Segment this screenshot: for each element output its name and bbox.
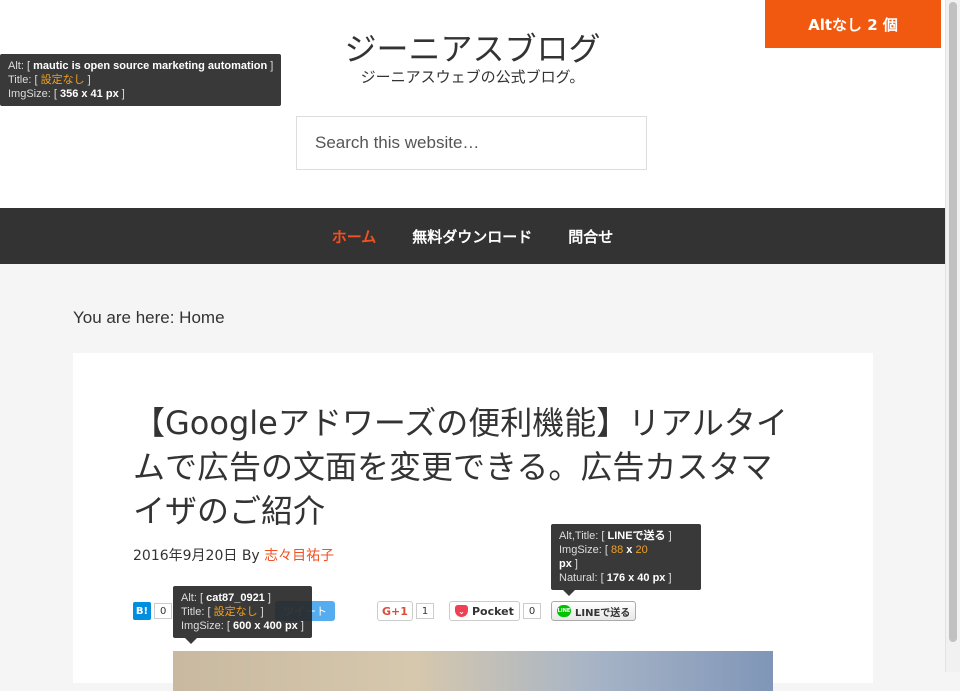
alt-missing-badge[interactable]: Altなし 2 個 xyxy=(765,0,941,48)
entry-meta: 2016年9月20日 By 志々目祐子 xyxy=(133,545,334,565)
article-title[interactable]: 【Googleアドワーズの便利機能】リアルタイムで広告の文面を変更できる。広告カ… xyxy=(133,401,803,533)
tooltip-arrow xyxy=(185,638,197,644)
by-label: By xyxy=(241,548,260,564)
cat-image-tooltip: Alt: [ cat87_0921 ] Title: [ 設定なし ] ImgS… xyxy=(173,586,312,644)
tooltip-size-value: 600 x 400 px xyxy=(232,620,298,632)
hatena-count: 0 xyxy=(154,603,173,619)
tooltip-alt-title-value: LINEで送る xyxy=(607,530,666,542)
tooltip-alt-value: cat87_0921 xyxy=(206,592,265,604)
post-date: 2016年9月20日 xyxy=(133,548,238,564)
gplus-count: 1 xyxy=(415,603,435,619)
pocket-count: 0 xyxy=(522,603,542,619)
tooltip-natural-value: 176 x 40 px xyxy=(606,572,666,584)
main-nav: ホーム 無料ダウンロード 問合せ xyxy=(0,208,945,264)
tooltip-size-width: 88 xyxy=(610,544,624,556)
tooltip-title-value: 設定なし xyxy=(213,606,258,618)
post-featured-image[interactable] xyxy=(173,651,773,691)
pocket-label: Pocket xyxy=(472,604,514,618)
line-image-tooltip: Alt,Title: [ LINEで送る ] ImgSize: [ 88 x 2… xyxy=(551,524,701,596)
gplus-label: G+1 xyxy=(377,601,413,621)
nav-item-contact[interactable]: 問合せ xyxy=(550,226,631,247)
tooltip-arrow xyxy=(563,590,575,596)
pocket-icon: ⌄ xyxy=(455,605,468,617)
search-input[interactable] xyxy=(313,132,630,154)
line-icon: LINE xyxy=(557,605,571,617)
pocket-button[interactable]: ⌄ Pocket 0 xyxy=(449,601,542,621)
nav-item-home[interactable]: ホーム xyxy=(314,226,395,247)
nav-item-free-download[interactable]: 無料ダウンロード xyxy=(394,226,550,247)
google-plus-button[interactable]: G+1 1 xyxy=(377,601,435,621)
logo-image-tooltip: Alt: [ mautic is open source marketing a… xyxy=(0,54,282,106)
breadcrumb: You are here: Home xyxy=(73,308,225,327)
hatena-bookmark-button[interactable]: B! 0 xyxy=(133,601,173,621)
tooltip-title-value: 設定なし xyxy=(40,74,85,86)
vertical-scrollbar[interactable] xyxy=(945,0,960,672)
tooltip-size-height: 20 xyxy=(635,544,648,556)
search-box xyxy=(296,116,647,170)
line-label: LINEで送る xyxy=(575,607,631,619)
scrollbar-thumb[interactable] xyxy=(949,2,957,642)
tooltip-alt-value: mautic is open source marketing automati… xyxy=(33,60,268,72)
hatena-icon: B! xyxy=(133,602,151,620)
author-link[interactable]: 志々目祐子 xyxy=(264,548,334,564)
tooltip-size-value: 356 x 41 px xyxy=(59,88,119,100)
line-send-button[interactable]: LINE LINEで送る xyxy=(551,601,637,621)
